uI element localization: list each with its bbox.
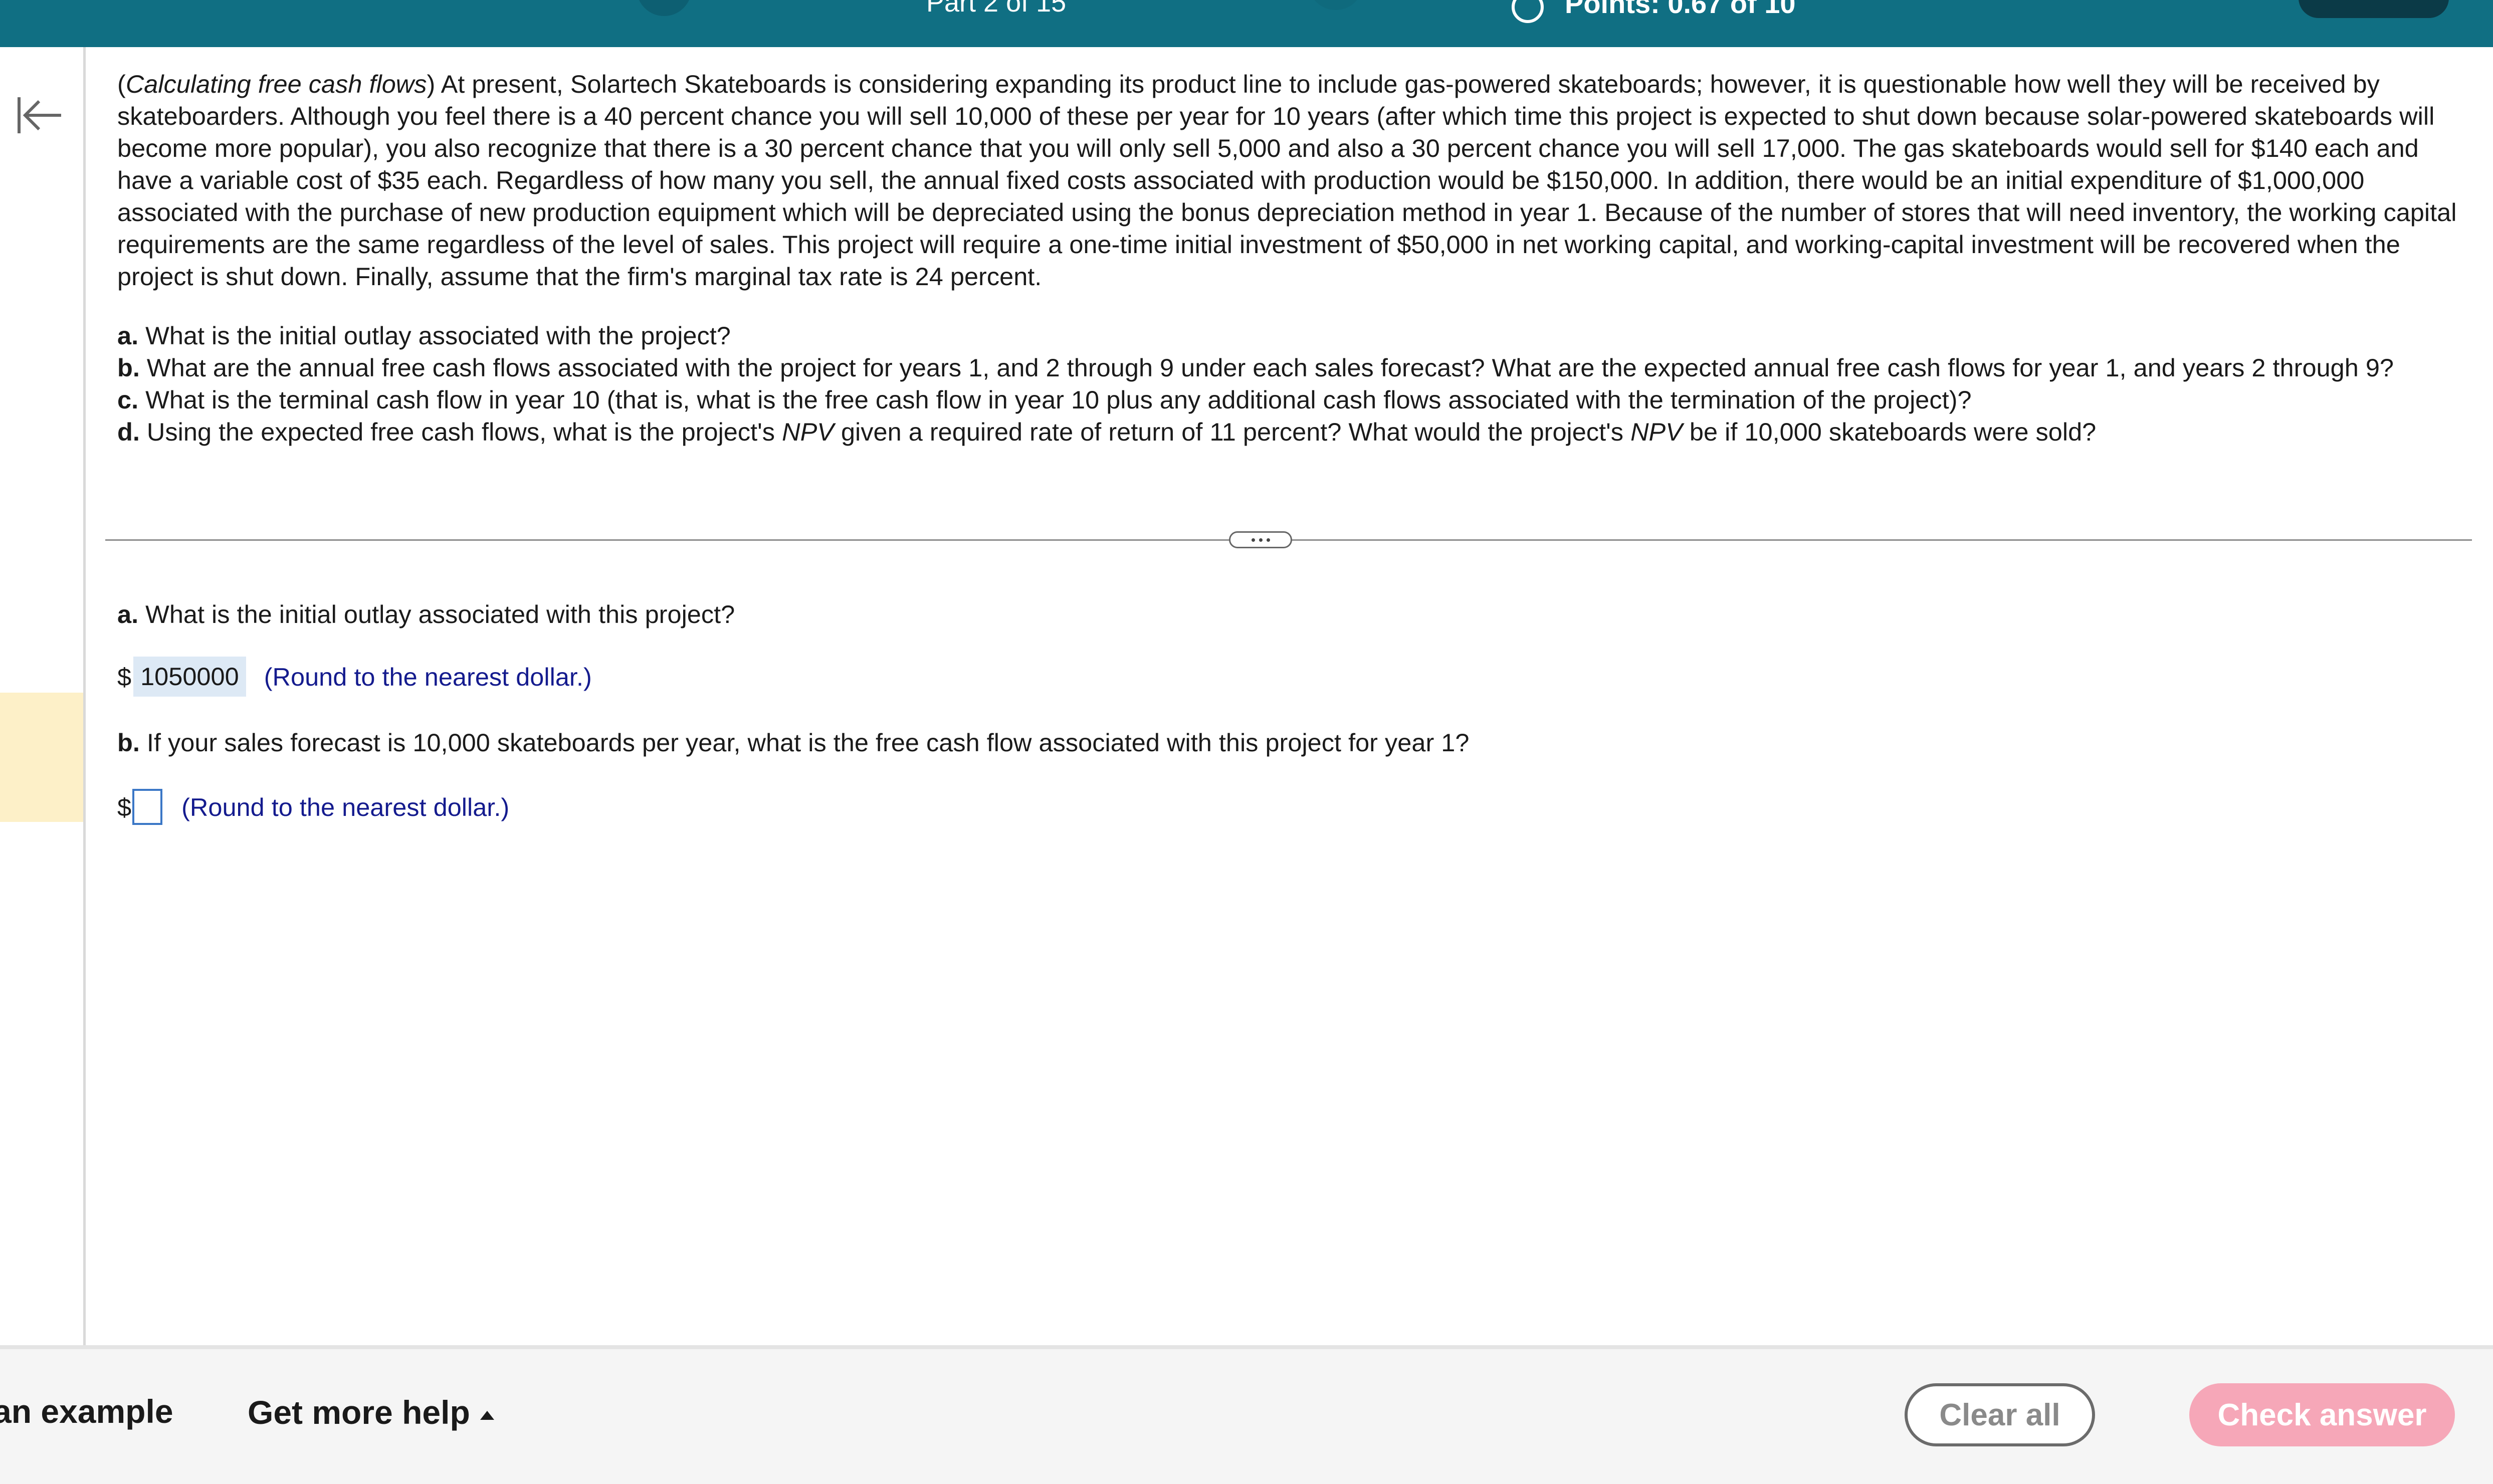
handle-dot [1259,538,1263,542]
nav-circle-button[interactable] [637,0,692,16]
answer-b-input[interactable] [132,789,163,825]
clear-all-button[interactable]: Clear all [1905,1383,2095,1446]
answer-b-row: $ (Round to the nearest dollar.) [117,787,509,827]
question-topic: Calculating free cash flows [125,70,427,98]
resize-handle[interactable] [1229,531,1292,548]
round-hint: (Round to the nearest dollar.) [264,662,592,691]
current-part-highlight [0,693,83,822]
collapse-panel-icon[interactable] [15,95,63,135]
handle-dot [1251,538,1255,542]
nav-circle-button-2[interactable] [1308,0,1363,10]
top-header-bar: Part 2 of 15 Points: 0.67 of 10 [0,0,2493,47]
get-more-help-button[interactable]: Get more help [248,1393,494,1431]
question-part-d: d. Using the expected free cash flows, w… [117,417,2097,446]
caret-up-icon [480,1410,494,1420]
question-parts: a. What is the initial outlay associated… [117,320,2458,448]
check-answer-button[interactable]: Check answer [2189,1383,2455,1446]
question-intro: (Calculating free cash flows) At present… [117,70,2457,291]
answer-a-question: a. What is the initial outlay associated… [117,600,735,628]
view-example-link[interactable]: an example [0,1392,173,1430]
question-text: (Calculating free cash flows) At present… [117,68,2458,448]
points-status-icon [1512,0,1544,23]
answer-b-question: b. If your sales forecast is 10,000 skat… [117,728,1470,757]
handle-dot [1266,538,1270,542]
currency-symbol: $ [117,792,132,821]
answer-a-input[interactable]: 1050000 [133,657,246,697]
currency-symbol: $ [117,662,132,691]
answer-a-row: $ 1050000 (Round to the nearest dollar.) [117,657,592,697]
left-rail-divider [83,47,86,1345]
points-indicator: Points: 0.67 of 10 [1565,0,1796,19]
question-body: ) At present, Solartech Skateboards is c… [117,70,2457,291]
round-hint: (Round to the nearest dollar.) [181,792,510,821]
question-part-b: b. What are the annual free cash flows a… [117,353,2394,382]
part-indicator: Part 2 of 15 [926,0,1067,18]
question-part-a: a. What is the initial outlay associated… [117,321,731,350]
question-part-c: c. What is the terminal cash flow in yea… [117,385,1972,414]
header-action-button[interactable] [2299,0,2449,18]
